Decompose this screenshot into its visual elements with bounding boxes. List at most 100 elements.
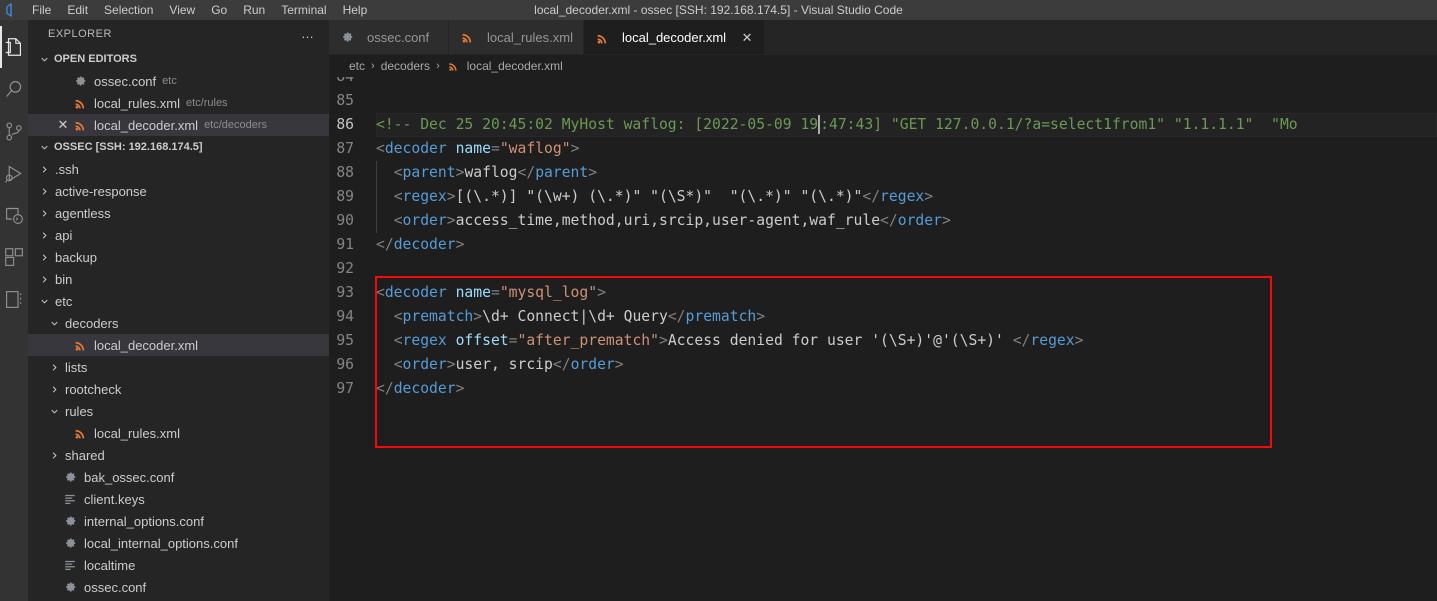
token-punct: > (473, 308, 483, 325)
code-line-95[interactable]: 95 <regex offset="after_prematch">Access… (329, 329, 1437, 353)
tree-item-api[interactable]: api (28, 224, 329, 246)
breadcrumb-separator-icon: › (436, 60, 440, 72)
code-line-84[interactable]: 84 (329, 77, 1437, 89)
tree-item-client-keys[interactable]: client.keys (28, 488, 329, 510)
breadcrumb-item-etc[interactable]: etc (349, 59, 365, 73)
token-text: [(\.*)] "(\w+) (\.*)" "(\S*)" "(\.*)" "(… (455, 188, 863, 205)
indent-guide (376, 353, 377, 377)
code-line-86[interactable]: 86 <!-- Dec 25 20:45:02 MyHost waflog: [2… (329, 113, 1437, 137)
line-number: 93 (336, 284, 354, 301)
activity-bar (0, 20, 28, 601)
search-icon[interactable] (0, 68, 28, 110)
token-attr: name (455, 284, 491, 301)
token-tag: order (570, 356, 615, 373)
source-control-icon[interactable] (0, 110, 28, 152)
tree-item-localtime[interactable]: localtime (28, 554, 329, 576)
tree-item-local-internal-options-conf[interactable]: local_internal_options.conf (28, 532, 329, 554)
tree-item-backup[interactable]: backup (28, 246, 329, 268)
run-and-debug-icon[interactable] (0, 152, 28, 194)
indent-guide (376, 185, 377, 209)
token-text: waflog (464, 164, 518, 181)
menu-help[interactable]: Help (335, 0, 376, 20)
tab-local-rules-xml[interactable]: local_rules.xml (449, 20, 584, 54)
close-icon[interactable]: ✕ (54, 117, 72, 133)
token-tag: regex (402, 332, 447, 349)
more-actions-icon[interactable]: … (295, 27, 321, 40)
token-punct: = (490, 140, 500, 157)
xml-icon (72, 425, 88, 441)
tree-item-local-rules-xml[interactable]: local_rules.xml (28, 422, 329, 444)
notebook-icon[interactable] (0, 278, 28, 320)
tree-item-decoders[interactable]: decoders (28, 312, 329, 334)
chevron-down-icon (46, 312, 62, 334)
tree-item-shared[interactable]: shared (28, 444, 329, 466)
open-editor-local-decoder-xml[interactable]: ✕ local_decoder.xml etc/decoders (28, 114, 329, 136)
token-punct: > (597, 284, 606, 301)
tree-item-local-decoder-xml[interactable]: local_decoder.xml (28, 334, 329, 356)
code-line-text: <decoder name="waflog"> (376, 137, 579, 161)
tree-item-active-response[interactable]: active-response (28, 180, 329, 202)
tree-item-internal-options-conf[interactable]: internal_options.conf (28, 510, 329, 532)
code-line-93[interactable]: 93 <decoder name="mysql_log"> (329, 281, 1437, 305)
explorer-icon[interactable] (0, 26, 28, 68)
code-line-90[interactable]: 90 <order>access_time,method,uri,srcip,u… (329, 209, 1437, 233)
menu-terminal[interactable]: Terminal (273, 0, 334, 20)
token-punct: < (393, 332, 403, 349)
tab-close-icon[interactable]: ✕ (740, 30, 754, 46)
token-punct: < (376, 284, 385, 301)
breadcrumb-item-decoders[interactable]: decoders (381, 59, 430, 73)
tree-item-bak-ossec-conf[interactable]: bak_ossec.conf (28, 466, 329, 488)
menu-bar: File Edit Selection View Go Run Terminal… (24, 0, 375, 20)
code-line-89[interactable]: 89 <regex>[(\.*)] "(\w+) (\.*)" "(\S*)" … (329, 185, 1437, 209)
tree-item-etc[interactable]: etc (28, 290, 329, 312)
token-comment: <!-- Dec 25 20:45:02 MyHost waflog: [202… (376, 116, 819, 133)
code-content[interactable]: 84 85 86 <!-- Dec 25 20:45:02 MyHost waflog… (329, 77, 1437, 601)
code-editor-viewport[interactable]: 84 85 86 <!-- Dec 25 20:45:02 MyHost waflog… (329, 77, 1437, 601)
open-editors-section-header[interactable]: OPEN EDITORS (28, 48, 329, 70)
code-line-96[interactable]: 96 <order>user, srcip</order> (329, 353, 1437, 377)
token-tag: order (402, 212, 447, 229)
extensions-icon[interactable] (0, 236, 28, 278)
open-editor-label: local_decoder.xml (94, 117, 199, 133)
code-line-92[interactable]: 92 (329, 257, 1437, 281)
menu-selection[interactable]: Selection (96, 0, 161, 20)
code-line-text: <prematch>\d+ Connect|\d+ Query</prematc… (376, 305, 765, 329)
code-line-87[interactable]: 87 <decoder name="waflog"> (329, 137, 1437, 161)
code-line-text: <regex>[(\.*)] "(\w+) (\.*)" "(\S*)" "(\… (376, 185, 933, 209)
menu-edit[interactable]: Edit (59, 0, 96, 20)
open-editor-ossec-conf[interactable]: ossec.conf etc (28, 70, 329, 92)
tree-item-ossec-conf[interactable]: ossec.conf (28, 576, 329, 598)
chevron-right-icon (46, 444, 62, 466)
code-line-97[interactable]: 97 </decoder> (329, 377, 1437, 401)
menu-go[interactable]: Go (203, 0, 235, 20)
menu-run[interactable]: Run (235, 0, 273, 20)
gear-icon (62, 579, 78, 595)
code-line-91[interactable]: 91 </decoder> (329, 233, 1437, 257)
tree-item-label: shared (65, 447, 105, 463)
remote-explorer-icon[interactable] (0, 194, 28, 236)
workspace-section-header[interactable]: OSSEC [SSH: 192.168.174.5] (28, 136, 329, 158)
breadcrumb-item-local-decoder-xml[interactable]: local_decoder.xml (446, 58, 563, 74)
menu-file[interactable]: File (24, 0, 59, 20)
tree-item-agentless[interactable]: agentless (28, 202, 329, 224)
token-text: access_time,method,uri,srcip,user-agent,… (455, 212, 881, 229)
menu-view[interactable]: View (161, 0, 203, 20)
tree-item-rules[interactable]: rules (28, 400, 329, 422)
code-line-88[interactable]: 88 <parent>waflog</parent> (329, 161, 1437, 185)
token-tag: parent (535, 164, 589, 181)
code-line-94[interactable]: 94 <prematch>\d+ Connect|\d+ Query</prem… (329, 305, 1437, 329)
tree-item-ssh[interactable]: .ssh (28, 158, 329, 180)
tree-item-label: etc (55, 293, 73, 309)
tab-local-decoder-xml[interactable]: local_decoder.xml ✕ (583, 20, 766, 54)
tree-item-rootcheck[interactable]: rootcheck (28, 378, 329, 400)
tree-item-lists[interactable]: lists (28, 356, 329, 378)
open-editor-local-rules-xml[interactable]: local_rules.xml etc/rules (28, 92, 329, 114)
tree-item-bin[interactable]: bin (28, 268, 329, 290)
lines-icon (62, 557, 78, 573)
token-punct: > (1074, 332, 1084, 349)
token-attr: name (455, 140, 491, 157)
tab-ossec-conf[interactable]: ossec.conf (329, 20, 449, 54)
code-line-85[interactable]: 85 (329, 89, 1437, 113)
